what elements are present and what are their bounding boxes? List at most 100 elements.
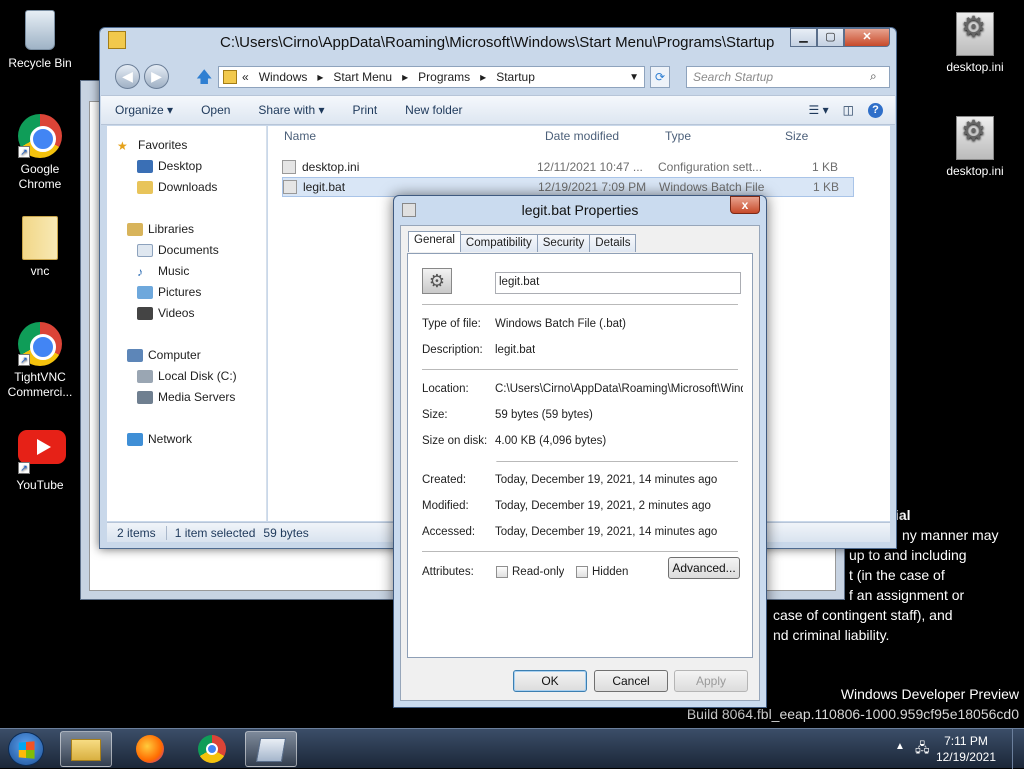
nav-libraries[interactable]: Libraries — [127, 220, 194, 238]
taskbar-chrome[interactable] — [186, 731, 238, 767]
ok-button[interactable]: OK — [513, 670, 587, 692]
tab-security[interactable]: Security — [536, 234, 591, 252]
created-value: Today, December 19, 2021, 14 minutes ago — [495, 474, 718, 486]
read-only-label[interactable]: Read-only — [512, 566, 564, 578]
nav-desktop[interactable]: Desktop — [137, 157, 202, 175]
nav-label: Libraries — [148, 222, 195, 236]
organize-button[interactable]: Organize ▾ — [101, 103, 187, 117]
nav-computer[interactable]: Computer — [127, 346, 201, 364]
desktop-icon-label: YouTube — [16, 478, 64, 492]
system-clock[interactable]: 7:11 PM 12/19/2021 — [936, 733, 996, 765]
network-icon[interactable]: 🖧 — [915, 739, 930, 761]
divider — [422, 304, 738, 305]
maximize-button[interactable]: ▢ — [817, 28, 844, 47]
show-desktop-button[interactable] — [1012, 729, 1024, 769]
cancel-button[interactable]: Cancel — [594, 670, 668, 692]
nav-label: Music — [158, 264, 190, 278]
read-only-checkbox[interactable] — [496, 566, 508, 578]
column-header-type[interactable]: Type — [665, 129, 691, 143]
file-name-input[interactable]: legit.bat — [495, 272, 741, 294]
address-bar[interactable]: « Windows ▸ Start Menu ▸ Programs ▸ Startup… — [218, 66, 645, 88]
chevron-down-icon[interactable]: ▼ — [624, 72, 644, 83]
chevron-right-icon[interactable]: ▸ — [312, 70, 328, 84]
address-overflow[interactable]: « — [237, 70, 254, 84]
hidden-label[interactable]: Hidden — [592, 566, 628, 578]
taskbar-properties-dialog[interactable] — [245, 731, 297, 767]
help-icon[interactable]: ? — [868, 102, 883, 118]
table-row[interactable]: desktop.ini 12/11/2021 10:47 ... Configu… — [282, 157, 854, 177]
tab-general[interactable]: General — [408, 231, 461, 252]
clock-time: 7:11 PM — [944, 734, 988, 748]
advanced-button[interactable]: Advanced... — [668, 557, 740, 579]
status-item-count: 2 items — [117, 525, 156, 540]
nav-local-disk[interactable]: Local Disk (C:) — [137, 367, 237, 385]
hidden-checkbox[interactable] — [576, 566, 588, 578]
properties-dialog[interactable]: legit.bat Properties x General Compatibi… — [393, 195, 767, 708]
chevron-right-icon[interactable]: ▸ — [397, 70, 413, 84]
desktop-icon-recycle-bin[interactable]: Recycle Bin — [0, 8, 80, 71]
desktop-icon-youtube[interactable]: ↗ YouTube — [0, 425, 80, 493]
view-options-icon[interactable]: ☰ ▾ — [809, 103, 829, 117]
minimize-button[interactable]: ▁ — [790, 28, 817, 47]
nav-videos[interactable]: Videos — [137, 304, 194, 322]
nav-label: Computer — [148, 348, 201, 362]
nav-downloads[interactable]: Downloads — [137, 178, 217, 196]
print-button[interactable]: Print — [338, 103, 391, 117]
chevron-right-icon[interactable]: ▸ — [475, 70, 491, 84]
apply-button[interactable]: Apply — [674, 670, 748, 692]
column-header-name[interactable]: Name — [284, 129, 316, 143]
taskbar-explorer[interactable] — [60, 731, 112, 767]
tab-details[interactable]: Details — [589, 234, 637, 252]
settings-file-icon — [282, 160, 296, 174]
table-row[interactable]: legit.bat 12/19/2021 7:09 PM Windows Bat… — [282, 177, 854, 197]
desktop-icon-vnc[interactable]: vnc — [0, 216, 80, 279]
nav-label: Network — [148, 432, 193, 446]
pictures-icon — [137, 285, 153, 299]
forward-button[interactable]: ▶ — [144, 64, 169, 89]
tab-compatibility[interactable]: Compatibility — [459, 234, 538, 252]
desktop-icon-google-chrome[interactable]: ↗ Google Chrome — [0, 114, 80, 192]
accessed-label: Accessed: — [422, 526, 476, 538]
new-folder-button[interactable]: New folder — [391, 103, 476, 117]
breadcrumb-item[interactable]: Programs — [413, 70, 475, 84]
close-button[interactable]: ✕ — [844, 28, 890, 47]
share-with-button[interactable]: Share with ▾ — [244, 103, 338, 117]
breadcrumb-item[interactable]: Start Menu — [328, 70, 397, 84]
folder-icon — [223, 70, 237, 84]
star-icon: ★ — [117, 138, 128, 153]
refresh-icon[interactable]: ⟳ — [650, 66, 670, 88]
back-button[interactable]: ◀ — [115, 64, 140, 89]
column-header-date[interactable]: Date modified — [545, 129, 619, 143]
breadcrumb-item[interactable]: Startup — [491, 70, 540, 84]
network-icon — [127, 432, 143, 446]
file-name: desktop.ini — [302, 160, 360, 174]
search-input[interactable]: Search Startup — [686, 66, 890, 88]
open-button[interactable]: Open — [187, 103, 244, 117]
firefox-icon — [136, 735, 164, 763]
nav-pictures[interactable]: Pictures — [137, 283, 201, 301]
start-button[interactable] — [8, 732, 44, 766]
up-arrow-icon[interactable]: 🡅 — [196, 66, 212, 93]
desktop-icon-tightvnc[interactable]: ↗ TightVNC Commerci... — [0, 322, 80, 400]
preview-pane-icon[interactable]: ◫ — [843, 103, 854, 117]
file-size: 1 KB — [811, 160, 838, 174]
desktop-icon-desktop-ini[interactable]: desktop.ini — [935, 12, 1015, 75]
location-value[interactable]: C:\Users\Cirno\AppData\Roaming\Microsoft… — [495, 383, 743, 395]
nav-favorites[interactable]: ★ Favorites — [117, 136, 187, 154]
nav-network[interactable]: Network — [127, 430, 192, 448]
close-button[interactable]: x — [730, 196, 760, 214]
modified-label: Modified: — [422, 500, 469, 512]
desktop-icon-desktop-ini-2[interactable]: desktop.ini — [935, 116, 1015, 179]
nav-media-servers[interactable]: Media Servers — [137, 388, 235, 406]
breadcrumb-item[interactable]: Windows — [254, 70, 313, 84]
nav-documents[interactable]: Documents — [137, 241, 219, 259]
desktop-icon-label: desktop.ini — [946, 60, 1004, 74]
nav-music[interactable]: ♪ Music — [137, 262, 189, 280]
type-of-file-value: Windows Batch File (.bat) — [495, 318, 627, 330]
show-hidden-icons-icon[interactable]: ▲ — [895, 741, 905, 752]
taskbar-firefox[interactable] — [124, 731, 176, 767]
videos-icon — [137, 306, 153, 320]
column-header-size[interactable]: Size — [785, 129, 808, 143]
legal-line: nd criminal liability. — [773, 627, 890, 643]
drive-icon — [137, 369, 153, 383]
